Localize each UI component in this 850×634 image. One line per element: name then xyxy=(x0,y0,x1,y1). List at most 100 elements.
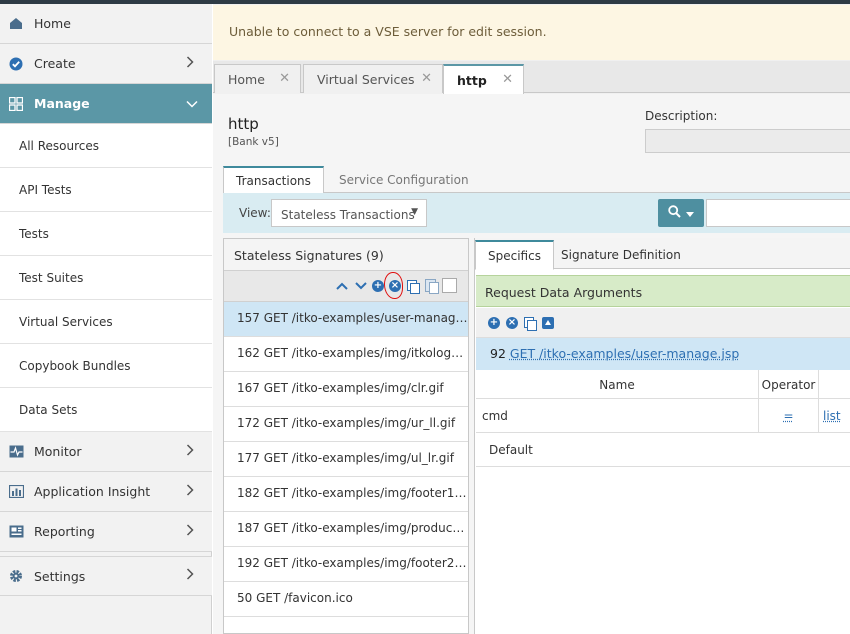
search-input[interactable] xyxy=(706,199,850,227)
details-panel: Specifics Signature Definition Request D… xyxy=(474,238,850,634)
sidebar: Home Create Manage All Resources API Tes… xyxy=(0,4,212,634)
tab-signature-definition[interactable]: Signature Definition xyxy=(549,240,693,269)
sidebar-item-all-resources[interactable]: All Resources xyxy=(0,124,212,168)
delete-icon[interactable]: × xyxy=(504,315,520,331)
description-field[interactable] xyxy=(645,129,850,153)
details-tab-bar: Specifics Signature Definition xyxy=(475,238,850,270)
view-select-value: Stateless Transactions xyxy=(281,208,415,222)
nav-create[interactable]: Create xyxy=(0,44,212,84)
nav-reporting-label: Reporting xyxy=(34,524,95,539)
select-all-checkbox[interactable] xyxy=(442,278,457,293)
description-label: Description: xyxy=(645,109,718,123)
chevron-right-icon xyxy=(186,443,200,460)
argument-operator[interactable]: = xyxy=(759,399,819,433)
tab-virtual-services-label: Virtual Services xyxy=(317,71,415,87)
sidebar-item-test-suites[interactable]: Test Suites xyxy=(0,256,212,300)
grid-icon xyxy=(8,96,24,112)
signature-row[interactable]: 177 GET /itko-examples/img/ul_lr.gif xyxy=(224,442,468,477)
gear-icon xyxy=(8,568,24,584)
nav-manage[interactable]: Manage xyxy=(0,84,212,124)
signatures-toolbar: + × xyxy=(224,271,468,302)
alert-message: Unable to connect to a VSE server for ed… xyxy=(213,5,850,60)
nav-manage-label: Manage xyxy=(34,96,90,111)
nav-reporting[interactable]: Reporting xyxy=(0,512,212,552)
signature-row[interactable]: 157 GET /itko-examples/user-manage.jsp xyxy=(224,302,468,337)
chevron-down-icon: ▼ xyxy=(411,207,418,217)
signature-row[interactable]: 162 GET /itko-examples/img/itkologo.gif xyxy=(224,337,468,372)
signature-row[interactable]: 187 GET /itko-examples/img/products.gif xyxy=(224,512,468,547)
signature-row[interactable]: 182 GET /itko-examples/img/footer1.gif xyxy=(224,477,468,512)
tab-http[interactable]: http ✕ xyxy=(443,64,524,94)
nav-application-insight[interactable]: Application Insight xyxy=(0,472,212,512)
page-title: http xyxy=(228,115,259,133)
sidebar-item-api-tests[interactable]: API Tests xyxy=(0,168,212,212)
report-icon xyxy=(8,524,24,540)
paste-icon[interactable] xyxy=(423,278,439,294)
upload-icon[interactable] xyxy=(540,315,556,331)
close-icon[interactable]: ✕ xyxy=(421,71,432,86)
page-subtitle: [Bank v5] xyxy=(228,136,279,148)
chevron-down-icon xyxy=(686,206,694,220)
nav-home-label: Home xyxy=(34,16,71,31)
chevron-right-icon xyxy=(186,55,200,72)
view-label: View: xyxy=(239,206,271,220)
move-up-icon[interactable] xyxy=(334,278,350,294)
tab-virtual-services[interactable]: Virtual Services ✕ xyxy=(303,64,443,93)
argument-extra[interactable]: list xyxy=(819,399,850,433)
nav-application-insight-label: Application Insight xyxy=(34,484,151,499)
operator-link[interactable]: = xyxy=(783,409,793,423)
sidebar-item-data-sets[interactable]: Data Sets xyxy=(0,388,212,432)
argument-name: Default xyxy=(489,443,533,457)
arguments-toolbar: + × xyxy=(476,308,850,338)
tab-service-configuration[interactable]: Service Configuration xyxy=(327,166,481,193)
main-area: Unable to connect to a VSE server for ed… xyxy=(213,4,850,634)
home-icon xyxy=(8,16,24,32)
nav-settings-label: Settings xyxy=(34,568,86,584)
table-row[interactable]: cmd = list xyxy=(476,399,850,433)
chevron-right-icon xyxy=(186,523,200,540)
nav-monitor[interactable]: Monitor xyxy=(0,432,212,472)
signatures-panel: Stateless Signatures (9) + × 157 GET /it… xyxy=(223,238,469,634)
view-bar: View: Stateless Transactions ▼ xyxy=(223,193,850,233)
tab-home-label: Home xyxy=(228,71,265,87)
search-icon xyxy=(668,205,681,221)
table-row[interactable]: Default xyxy=(476,433,850,467)
request-link[interactable]: GET /itko-examples/user-manage.jsp xyxy=(510,346,739,361)
copy-icon[interactable] xyxy=(405,278,421,294)
signature-row[interactable]: 172 GET /itko-examples/img/ur_ll.gif xyxy=(224,407,468,442)
column-header-name[interactable]: Name xyxy=(476,370,759,399)
sidebar-item-tests[interactable]: Tests xyxy=(0,212,212,256)
sidebar-item-copybook-bundles[interactable]: Copybook Bundles xyxy=(0,344,212,388)
tab-specifics[interactable]: Specifics xyxy=(475,240,554,270)
argument-name: cmd xyxy=(476,399,759,433)
signature-row[interactable]: 50 GET /favicon.ico xyxy=(224,582,468,617)
add-icon[interactable]: + xyxy=(486,315,502,331)
copy-icon[interactable] xyxy=(522,315,538,331)
pulse-icon xyxy=(8,444,24,460)
chevron-down-icon xyxy=(186,96,200,112)
signatures-title: Stateless Signatures (9) xyxy=(224,239,468,271)
nav-create-label: Create xyxy=(34,56,76,71)
move-down-icon[interactable] xyxy=(353,278,369,294)
tab-transactions[interactable]: Transactions xyxy=(223,166,324,194)
tab-home[interactable]: Home ✕ xyxy=(214,64,301,93)
nav-monitor-label: Monitor xyxy=(34,444,82,459)
close-icon[interactable]: ✕ xyxy=(279,71,290,86)
close-icon[interactable]: ✕ xyxy=(502,72,513,87)
column-header-operator[interactable]: Operator xyxy=(759,370,819,399)
subtab-bar: Transactions Service Configuration xyxy=(223,164,850,194)
nav-settings[interactable]: Settings xyxy=(0,556,212,596)
section-title: Request Data Arguments xyxy=(476,275,850,307)
view-select[interactable]: Stateless Transactions ▼ xyxy=(271,199,427,227)
list-link[interactable]: list xyxy=(823,409,841,423)
check-circle-icon xyxy=(8,56,24,72)
sidebar-item-virtual-services[interactable]: Virtual Services xyxy=(0,300,212,344)
chevron-right-icon xyxy=(186,568,200,584)
nav-home[interactable]: Home xyxy=(0,4,212,44)
search-button[interactable] xyxy=(658,199,704,227)
signature-row[interactable]: 192 GET /itko-examples/img/footer2.gif xyxy=(224,547,468,582)
request-row[interactable]: 92 GET /itko-examples/user-manage.jsp xyxy=(476,338,850,370)
tab-bar: Home ✕ Virtual Services ✕ http ✕ xyxy=(213,61,850,94)
chevron-right-icon xyxy=(186,483,200,500)
signature-row[interactable]: 167 GET /itko-examples/img/clr.gif xyxy=(224,372,468,407)
